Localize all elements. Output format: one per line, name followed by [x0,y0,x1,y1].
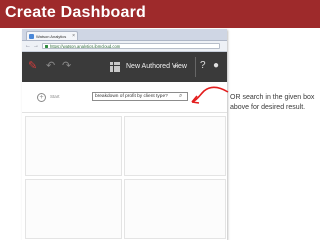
pencil-icon[interactable]: ✎ [28,59,37,73]
instruction-note: OR search in the given box above for des… [230,94,315,111]
browser-tab-strip: Watson Analytics × [22,29,227,41]
dashboard-panel[interactable] [124,179,226,239]
microphone-icon[interactable]: ● [213,59,219,73]
browser-nav-bar: ← → https://watson.analytics.ibmcloud.co… [22,41,227,52]
slide-title-bar: Create Dashboard [0,0,320,28]
add-button[interactable]: + [37,93,46,102]
app-toolbar: ✎ ↶ ↷ New Authored View ▾ ? ● [22,52,227,82]
browser-window: Watson Analytics × ← → https://watson.an… [22,29,227,240]
search-icon[interactable]: ⌕ [179,92,182,101]
dashboard-panel[interactable] [124,116,226,176]
arrow-annotation-icon [191,86,229,104]
start-label: Start [50,94,60,99]
favicon-icon [29,34,34,39]
forward-icon[interactable]: → [33,41,39,51]
tab-title: Watson Analytics [36,34,67,39]
redo-icon[interactable]: ↷ [62,59,71,73]
dashboard-panel[interactable] [25,179,122,239]
browser-tab[interactable]: Watson Analytics × [26,31,78,40]
slide-title: Create Dashboard [5,4,147,21]
dashboard-canvas[interactable] [22,113,227,240]
question-icon[interactable]: ? [200,59,206,73]
chevron-down-icon[interactable]: ▾ [174,61,177,73]
lock-icon [45,45,48,48]
address-bar[interactable]: https://watson.analytics.ibmcloud.com [42,43,220,49]
grid-icon[interactable] [110,62,120,72]
undo-icon[interactable]: ↶ [46,59,55,73]
back-icon[interactable]: ← [25,41,31,51]
dashboard-panel[interactable] [25,116,122,176]
view-title[interactable]: New Authored View [126,61,187,73]
search-input[interactable]: breakdown of profit by client type? [92,92,188,101]
url-text: https://watson.analytics.ibmcloud.com [50,44,121,49]
tab-close-icon[interactable]: × [72,32,75,41]
toolbar-divider [195,57,196,77]
